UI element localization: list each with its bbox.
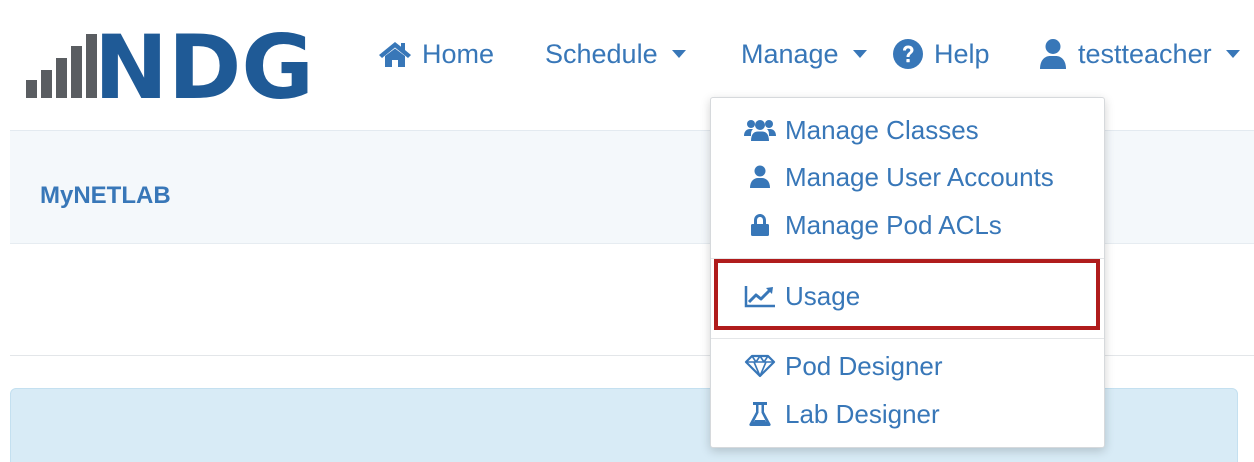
nav-user-label: testteacher [1078,38,1212,69]
top-navbar: NDG Home Schedule Manage Help testteache… [0,0,1254,108]
menu-item-manage-user-accounts[interactable]: Manage User Accounts [711,156,1106,198]
nav-manage[interactable]: Manage [741,34,867,74]
flask-icon [743,401,777,427]
nav-help-label: Help [934,38,990,69]
ndg-logo[interactable]: NDG [24,18,314,102]
caret-down-icon [1225,49,1240,59]
users-group-icon [743,118,777,142]
menu-item-label: Manage User Accounts [785,161,1054,192]
menu-item-label: Manage Classes [785,114,979,145]
nav-home[interactable]: Home [378,34,494,74]
home-icon [378,40,412,68]
nav-help[interactable]: Help [892,34,990,74]
usage-highlight-box [714,259,1100,330]
caret-down-icon [671,49,686,59]
diamond-icon [743,354,777,378]
menu-item-label: Pod Designer [785,350,943,381]
page: MyNETLAB NDG Home Schedule Manage Help t… [0,0,1254,462]
question-circle-icon [892,38,924,70]
user-icon [1038,38,1068,70]
nav-user-menu[interactable]: testteacher [1038,34,1240,74]
logo-wordmark: NDG [94,18,314,102]
nav-home-label: Home [422,38,495,69]
menu-item-manage-pod-acls[interactable]: Manage Pod ACLs [711,204,1106,246]
app-brand-link[interactable]: MyNETLAB [40,182,171,210]
nav-schedule-label: Schedule [545,38,658,69]
nav-schedule[interactable]: Schedule [545,34,686,74]
caret-down-icon [852,49,867,59]
menu-item-lab-designer[interactable]: Lab Designer [711,393,1106,435]
user-icon [743,165,777,189]
menu-item-label: Lab Designer [785,398,940,429]
menu-item-pod-designer[interactable]: Pod Designer [711,345,1106,387]
menu-divider [711,338,1104,339]
menu-item-label: Manage Pod ACLs [785,209,1002,240]
menu-item-manage-classes[interactable]: Manage Classes [711,109,1106,151]
nav-manage-label: Manage [741,38,839,69]
lock-icon [743,213,777,237]
